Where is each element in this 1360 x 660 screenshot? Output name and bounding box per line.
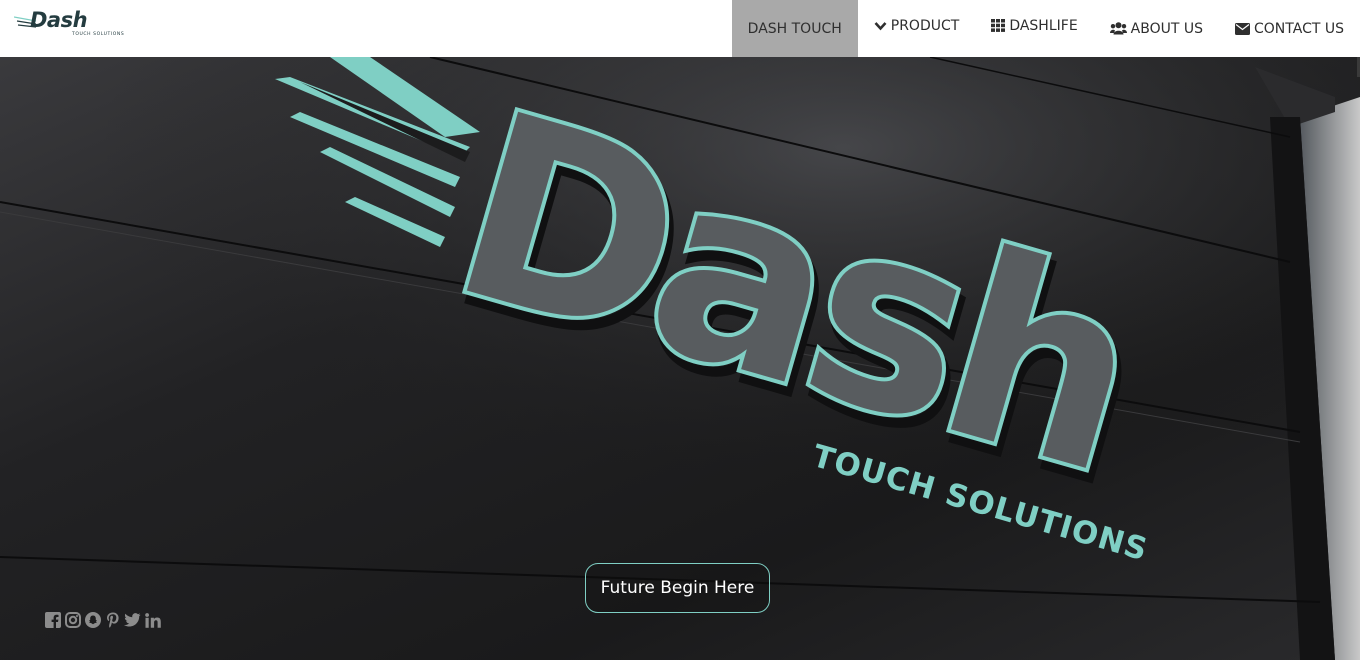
nav-label: DASH TOUCH	[747, 20, 842, 37]
nav-label: PRODUCT	[890, 17, 960, 34]
nav-label: CONTACT US	[1254, 20, 1344, 37]
pinterest-icon[interactable]	[104, 611, 121, 629]
nav-item-contact-us[interactable]: CONTACT US	[1219, 0, 1360, 57]
main-nav: DASH TOUCH PRODUCT DASHLIFE ABOUT US CON…	[731, 0, 1360, 57]
nav-item-dashlife[interactable]: DASHLIFE	[975, 0, 1093, 57]
nav-item-dash-touch[interactable]: DASH TOUCH	[731, 0, 858, 57]
logo-text: Dash	[30, 8, 88, 32]
instagram-icon[interactable]	[64, 611, 81, 629]
page: Dash TOUCH SOLUTIONS DASH TOUCH PRODUCT	[0, 0, 1360, 660]
social-links	[44, 611, 161, 629]
envelope-icon	[1235, 22, 1251, 35]
nav-item-about-us[interactable]: ABOUT US	[1094, 0, 1219, 57]
snapchat-icon[interactable]	[84, 611, 101, 629]
future-begin-here-button[interactable]: Future Begin Here	[585, 563, 770, 613]
users-icon	[1109, 22, 1127, 35]
logo-subtext: TOUCH SOLUTIONS	[72, 32, 125, 37]
chevron-down-icon	[874, 21, 887, 31]
cta-label: Future Begin Here	[600, 578, 755, 598]
nav-label: ABOUT US	[1130, 20, 1204, 37]
nav-item-product[interactable]: PRODUCT	[858, 0, 976, 57]
nav-label: DASHLIFE	[1009, 17, 1078, 34]
facebook-icon[interactable]	[44, 611, 61, 629]
grid-icon	[991, 19, 1006, 32]
twitter-icon[interactable]	[124, 611, 141, 629]
brand-logo[interactable]: Dash TOUCH SOLUTIONS	[14, 8, 126, 42]
linkedin-icon[interactable]	[144, 611, 161, 629]
top-navbar: Dash TOUCH SOLUTIONS DASH TOUCH PRODUCT	[0, 0, 1360, 57]
